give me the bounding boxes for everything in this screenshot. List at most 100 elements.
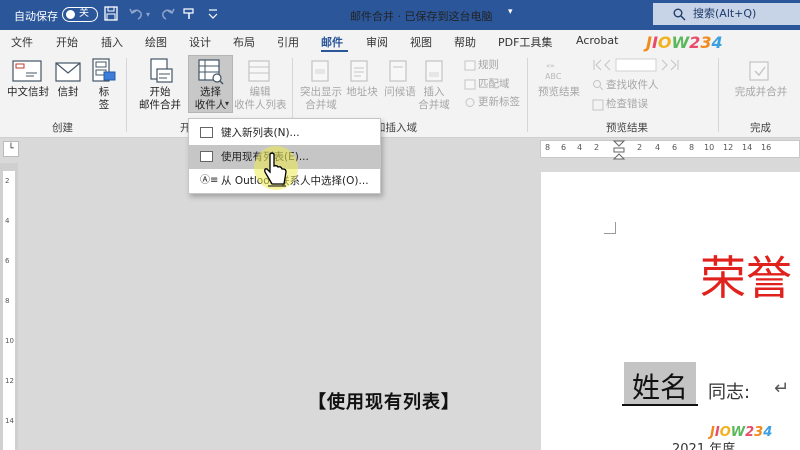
- tab-pdf-tools[interactable]: PDF工具集: [498, 34, 552, 50]
- ruler-number: 10: [704, 143, 715, 152]
- tab-review[interactable]: 审阅: [366, 34, 388, 50]
- finish-merge-button[interactable]: 完成并合并: [732, 86, 790, 99]
- start-merge-icon: [148, 58, 174, 84]
- tab-references[interactable]: 引用: [277, 34, 299, 50]
- watermark-logo: JIOW234: [710, 425, 773, 440]
- margin-corner-mark: [604, 222, 616, 234]
- highlight-merge-fields-button[interactable]: 突出显示 合并域: [298, 86, 344, 112]
- brand-logo: JIOW234: [646, 33, 723, 52]
- ruler-number: 6: [561, 143, 567, 152]
- svg-text:ABC: ABC: [545, 72, 562, 81]
- preview-results-button[interactable]: 预览结果: [536, 86, 582, 99]
- group-label-preview: 预览结果: [606, 122, 648, 134]
- ruler-number: 6: [5, 257, 10, 265]
- tab-layout[interactable]: 布局: [233, 34, 255, 50]
- finish-merge-icon: [748, 60, 772, 84]
- tab-acrobat[interactable]: Acrobat: [576, 34, 618, 47]
- labels-button[interactable]: 标 签: [92, 86, 116, 112]
- ruler-number: 2: [5, 177, 10, 185]
- undo-icon[interactable]: [128, 6, 144, 21]
- insert-field-icon: [424, 60, 446, 84]
- select-recipients-icon: [198, 59, 224, 85]
- labels-icon: [92, 58, 116, 84]
- svg-text:«»: «»: [546, 62, 555, 70]
- check-errors-button[interactable]: 检查错误: [606, 98, 648, 111]
- window-title: 邮件合并 · 已保存到这台电脑: [350, 10, 493, 23]
- vertical-ruler[interactable]: 2 4 6 8 10 12 14: [0, 163, 18, 450]
- update-labels-icon: [464, 97, 476, 108]
- video-subtitle: 【使用现有列表】: [308, 392, 460, 413]
- ruler-number: 12: [723, 143, 734, 152]
- tab-view[interactable]: 视图: [410, 34, 432, 50]
- autosave-state: 关: [79, 8, 89, 19]
- paragraph-mark-icon: ↵: [774, 378, 790, 399]
- ruler-number: 2: [637, 143, 643, 152]
- highlight-fields-icon: [310, 60, 332, 84]
- existing-list-icon: [200, 151, 213, 162]
- merge-field-name-text: 姓名: [632, 371, 689, 404]
- match-fields-button[interactable]: 匹配域: [478, 78, 510, 91]
- find-recipient-icon: [592, 79, 604, 91]
- tab-mailings[interactable]: 邮件: [321, 34, 343, 50]
- contacts-icon: Ⓐ≡: [200, 175, 219, 186]
- tab-insert[interactable]: 插入: [101, 34, 123, 50]
- chevron-down-icon: ▾: [225, 99, 230, 108]
- rules-button[interactable]: 规则: [478, 59, 499, 72]
- redo-icon[interactable]: [160, 6, 176, 21]
- menu-item-type-new-list[interactable]: 键入新列表(N)...: [189, 121, 380, 145]
- greeting-line-icon: [388, 60, 410, 84]
- preview-results-icon: «» ABC: [544, 60, 570, 82]
- indent-marker-icon[interactable]: [612, 140, 626, 160]
- rules-icon: [464, 60, 476, 71]
- undo-dropdown-icon[interactable]: ▾: [146, 10, 154, 19]
- ruler-number: 4: [5, 217, 10, 225]
- hand-cursor-icon: [264, 152, 290, 196]
- tab-design[interactable]: 设计: [189, 34, 211, 50]
- quick-access-more-icon[interactable]: [206, 6, 220, 21]
- record-navigator[interactable]: [592, 58, 680, 72]
- envelope-button[interactable]: 信封: [54, 86, 82, 99]
- address-block-icon: [349, 60, 371, 84]
- tab-selector-button[interactable]: └: [3, 141, 19, 157]
- insert-merge-field-button[interactable]: 插入 合并域: [414, 86, 454, 112]
- edit-recipients-icon: [248, 60, 272, 84]
- save-icon[interactable]: [104, 6, 118, 21]
- group-separator: [126, 58, 127, 132]
- ruler-number: 2: [594, 143, 600, 152]
- find-recipient-button[interactable]: 查找收件人: [606, 79, 659, 92]
- document-page[interactable]: [541, 172, 800, 450]
- horizontal-ruler[interactable]: 8 6 4 2 2 4 6 8 10 12 14 16: [540, 140, 800, 158]
- title-dropdown-icon[interactable]: ▾: [508, 7, 513, 17]
- address-block-button[interactable]: 地址块: [344, 86, 380, 99]
- ruler-number: 8: [5, 297, 10, 305]
- ruler-number: 6: [672, 143, 678, 152]
- search-icon: [673, 8, 686, 21]
- greeting-line-button[interactable]: 问候语: [382, 86, 418, 99]
- merge-field-name[interactable]: 姓名: [624, 362, 696, 406]
- ruler-number: 4: [577, 143, 583, 152]
- autosave-toggle[interactable]: 关: [62, 7, 98, 22]
- start-mail-merge-button[interactable]: 开始 邮件合并: [134, 86, 186, 112]
- tab-file[interactable]: 文件: [11, 34, 33, 50]
- tab-draw[interactable]: 绘图: [145, 34, 167, 50]
- document-heading: 荣誉: [700, 251, 792, 305]
- new-list-icon: [200, 127, 213, 138]
- tab-help[interactable]: 帮助: [454, 34, 476, 50]
- ruler-number: 8: [545, 143, 551, 152]
- tab-home[interactable]: 开始: [56, 34, 78, 50]
- ruler-number: 4: [655, 143, 661, 152]
- group-separator: [718, 58, 719, 132]
- group-label-finish: 完成: [750, 122, 771, 134]
- edit-recipient-list-button[interactable]: 编辑 收件人列表: [234, 86, 287, 112]
- check-errors-icon: [592, 99, 604, 111]
- format-painter-icon[interactable]: [182, 6, 196, 21]
- group-label-create: 创建: [52, 122, 73, 134]
- group-separator: [527, 58, 528, 132]
- update-labels-button[interactable]: 更新标签: [478, 96, 520, 109]
- chinese-envelope-button[interactable]: 中文信封: [6, 86, 50, 99]
- ruler-number: 10: [5, 337, 14, 345]
- autosave-label: 自动保存: [14, 10, 58, 23]
- match-fields-icon: [464, 79, 476, 90]
- ruler-number: 8: [689, 143, 695, 152]
- name-underline: [622, 404, 698, 406]
